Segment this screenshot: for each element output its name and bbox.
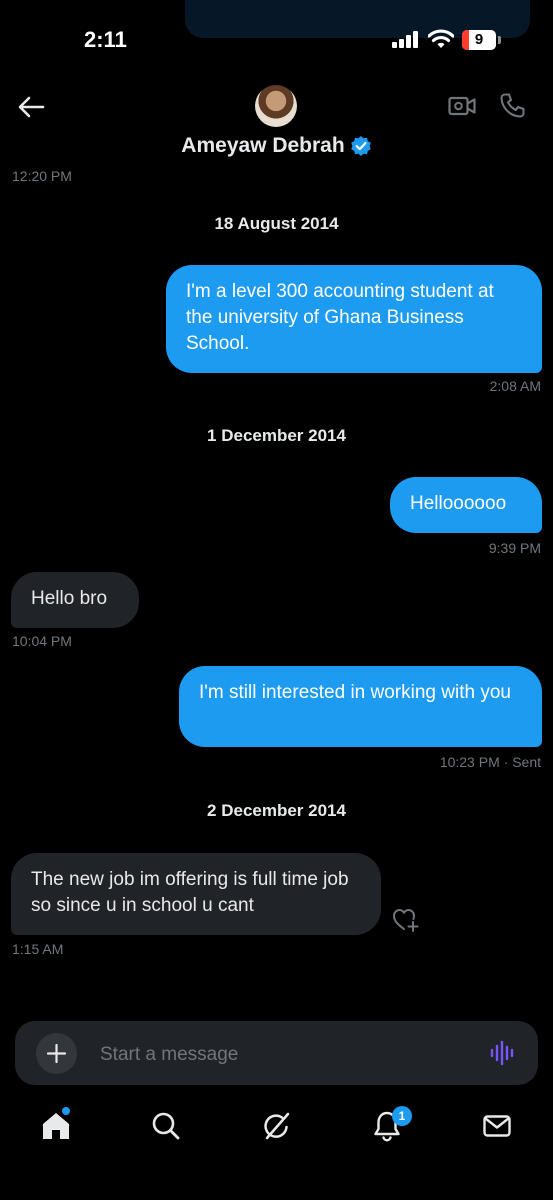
- message-timestamp: 10:23 PM: [439, 754, 500, 770]
- date-separator: 2 December 2014: [207, 801, 346, 820]
- message-timestamp: 1:15 AM: [12, 941, 64, 957]
- date-separator: 1 December 2014: [207, 426, 346, 445]
- voice-message-icon[interactable]: [489, 1040, 517, 1066]
- phone-call-icon[interactable]: [499, 92, 526, 119]
- message-timestamp: 10:04 PM: [12, 633, 72, 649]
- sent-message-bubble[interactable]: I'm a level 300 accounting student at th…: [166, 265, 542, 373]
- notifications-badge: 1: [392, 1106, 412, 1126]
- message-status: · Sent: [503, 754, 541, 770]
- verified-badge-icon: [350, 136, 371, 156]
- cellular-signal-icon: [392, 31, 420, 48]
- plus-icon: [46, 1043, 67, 1064]
- search-icon[interactable]: [149, 1109, 183, 1143]
- sent-message-bubble[interactable]: Helloooooo: [390, 477, 542, 533]
- contact-name: Ameyaw Debrah: [181, 134, 345, 157]
- received-message-bubble[interactable]: The new job im offering is full time job…: [11, 853, 381, 935]
- wifi-icon: [428, 29, 454, 48]
- message-timestamp: 9:39 PM: [488, 540, 541, 556]
- status-time: 2:11: [84, 27, 127, 52]
- add-reaction-heart-icon[interactable]: [392, 907, 420, 933]
- received-message-bubble[interactable]: Hello bro: [11, 572, 139, 628]
- sent-message-bubble[interactable]: I'm still interested in working with you: [179, 666, 542, 747]
- home-notification-dot: [62, 1107, 70, 1115]
- message-timestamp: 2:08 AM: [489, 378, 541, 394]
- back-arrow-icon[interactable]: [16, 92, 46, 122]
- add-attachment-button[interactable]: [36, 1033, 77, 1074]
- battery-level: 9: [474, 31, 484, 48]
- video-call-icon[interactable]: [448, 95, 476, 117]
- grok-icon[interactable]: [260, 1109, 294, 1143]
- message-timestamp: 12:20 PM: [12, 168, 72, 184]
- message-meta: 10:23 PM · Sent: [440, 754, 541, 770]
- battery-icon: 9: [462, 30, 496, 50]
- battery-tip: [498, 36, 501, 44]
- avatar[interactable]: [255, 85, 297, 127]
- mail-icon[interactable]: [480, 1109, 514, 1143]
- date-separator: 18 August 2014: [214, 214, 339, 233]
- contact-name-row[interactable]: Ameyaw Debrah: [0, 134, 553, 158]
- message-input[interactable]: [98, 1040, 472, 1070]
